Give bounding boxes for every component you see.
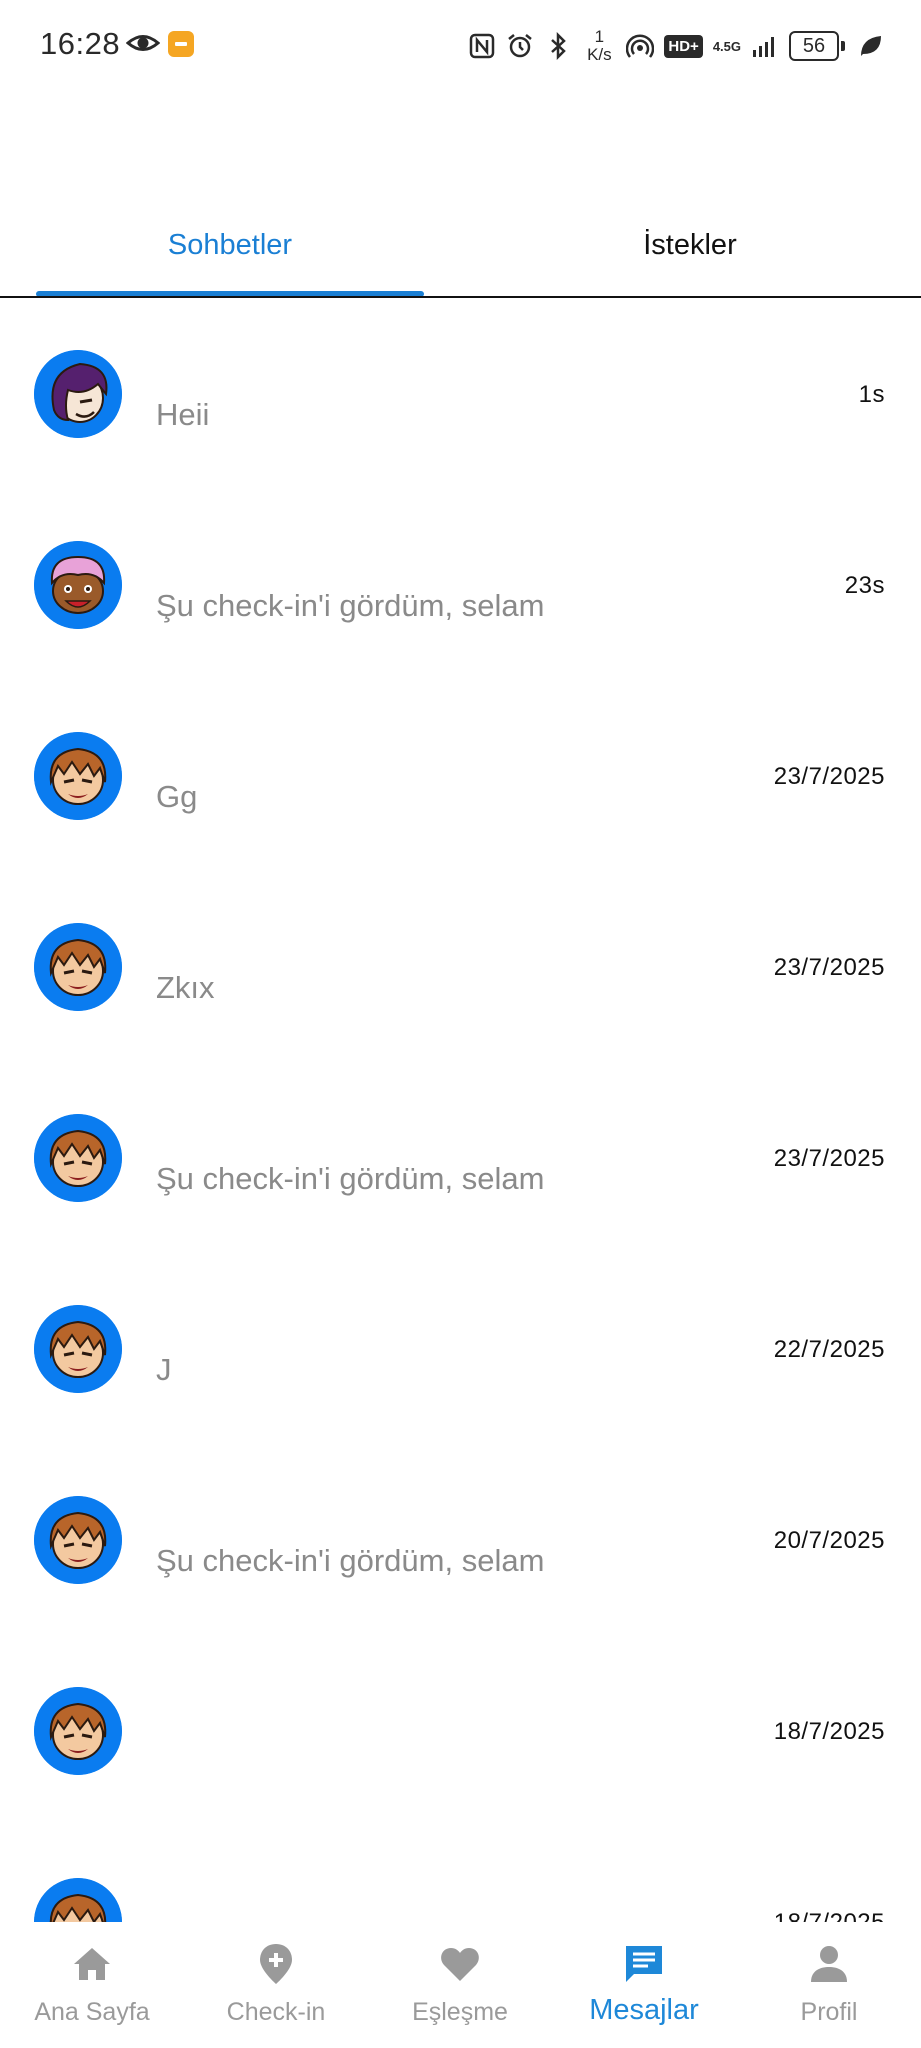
location-plus-icon: [260, 1944, 292, 1984]
message-icon: [626, 1946, 662, 1982]
bluetooth-icon: [551, 32, 567, 60]
chat-last-message: Heii: [156, 397, 210, 432]
brown-hair-avatar[interactable]: [34, 1305, 122, 1393]
brown-hair-avatar[interactable]: [34, 1496, 122, 1584]
alarm-icon: [508, 34, 533, 58]
tab-bar: Sohbetler İstekler: [0, 200, 921, 298]
chat-row[interactable]: Heii 1s: [0, 298, 921, 489]
nav-messages[interactable]: Mesajlar: [552, 1922, 736, 2048]
chat-time: 23s: [844, 572, 885, 599]
notification-app-icon: [168, 31, 194, 57]
home-icon: [74, 1948, 110, 1980]
tab-requests[interactable]: İstekler: [496, 200, 884, 290]
speed-unit: K/s: [587, 45, 612, 64]
chat-last-message: Şu check-in'i gördüm, selam: [156, 588, 545, 623]
chat-row[interactable]: Şu check-in'i gördüm, selam 23s: [0, 489, 921, 680]
chat-row[interactable]: Zkıx 23/7/2025: [0, 871, 921, 1062]
status-bar: 16:28 1 K/s HD+ 4.5G 56: [0, 0, 921, 90]
nav-check-in[interactable]: Check-in: [184, 1922, 368, 2048]
nav-label: Mesajlar: [589, 1994, 699, 2026]
battery-icon: 56: [789, 31, 845, 61]
signal-icon: [753, 37, 774, 57]
nav-label: Eşleşme: [412, 1998, 508, 2026]
nav-match[interactable]: Eşleşme: [368, 1922, 552, 2048]
brown-hair-avatar[interactable]: [34, 1114, 122, 1202]
network-type: 4.5G: [712, 38, 741, 54]
hotspot-icon: [626, 34, 655, 58]
eye-icon: [126, 35, 160, 51]
chat-row[interactable]: Gg 23/7/2025: [0, 680, 921, 871]
chat-last-message: Gg: [156, 779, 198, 814]
nav-label: Profil: [800, 1998, 858, 2026]
chat-time: 1s: [858, 381, 885, 408]
status-time: 16:28: [40, 26, 121, 61]
brown-hair-avatar[interactable]: [34, 1687, 122, 1775]
chat-row[interactable]: Şu check-in'i gördüm, selam 23/7/2025: [0, 1062, 921, 1253]
chat-last-message: Zkıx: [156, 970, 215, 1005]
chat-last-message: Şu check-in'i gördüm, selam: [156, 1543, 545, 1578]
chat-time: 18/7/2025: [773, 1718, 885, 1745]
pink-hair-avatar[interactable]: [34, 541, 122, 629]
hd-badge: HD+: [664, 34, 703, 58]
heart-icon: [441, 1948, 479, 1981]
network-speed: 1 K/s: [582, 28, 616, 64]
brown-hair-avatar[interactable]: [34, 1878, 122, 1922]
chat-time: 22/7/2025: [773, 1336, 885, 1363]
brown-hair-avatar[interactable]: [34, 923, 122, 1011]
bottom-navigation: Ana Sayfa Check-in Eşleşme Mesajlar Prof…: [0, 1922, 921, 2048]
chat-time: 23/7/2025: [773, 954, 885, 981]
nav-home[interactable]: Ana Sayfa: [0, 1922, 184, 2048]
chat-row[interactable]: 18/7/2025: [0, 1635, 921, 1826]
chat-list: Heii 1s Şu check-in'i gördüm, selam 23s …: [0, 298, 921, 1922]
nav-profile[interactable]: Profil: [737, 1922, 921, 2048]
chat-last-message: Şu check-in'i gördüm, selam: [156, 1161, 545, 1196]
chat-time: 18/7/2025: [774, 1909, 885, 1922]
nav-label: Ana Sayfa: [34, 1998, 150, 2026]
tab-chats[interactable]: Sohbetler: [36, 200, 424, 290]
chat-row[interactable]: 18/7/2025: [0, 1826, 921, 1922]
brown-hair-avatar[interactable]: [34, 732, 122, 820]
leaf-icon: [861, 36, 881, 56]
nfc-icon: [470, 33, 495, 59]
chat-row[interactable]: J 22/7/2025: [0, 1253, 921, 1444]
chat-time: 23/7/2025: [773, 763, 885, 790]
chat-time: 20/7/2025: [773, 1527, 885, 1554]
purple-hair-avatar[interactable]: [34, 350, 122, 438]
chat-time: 23/7/2025: [773, 1145, 885, 1172]
person-icon: [811, 1946, 847, 1982]
speed-value: 1: [594, 27, 605, 46]
nav-label: Check-in: [226, 1998, 326, 2026]
chat-row[interactable]: Şu check-in'i gördüm, selam 20/7/2025: [0, 1444, 921, 1635]
chat-last-message: J: [156, 1352, 172, 1387]
